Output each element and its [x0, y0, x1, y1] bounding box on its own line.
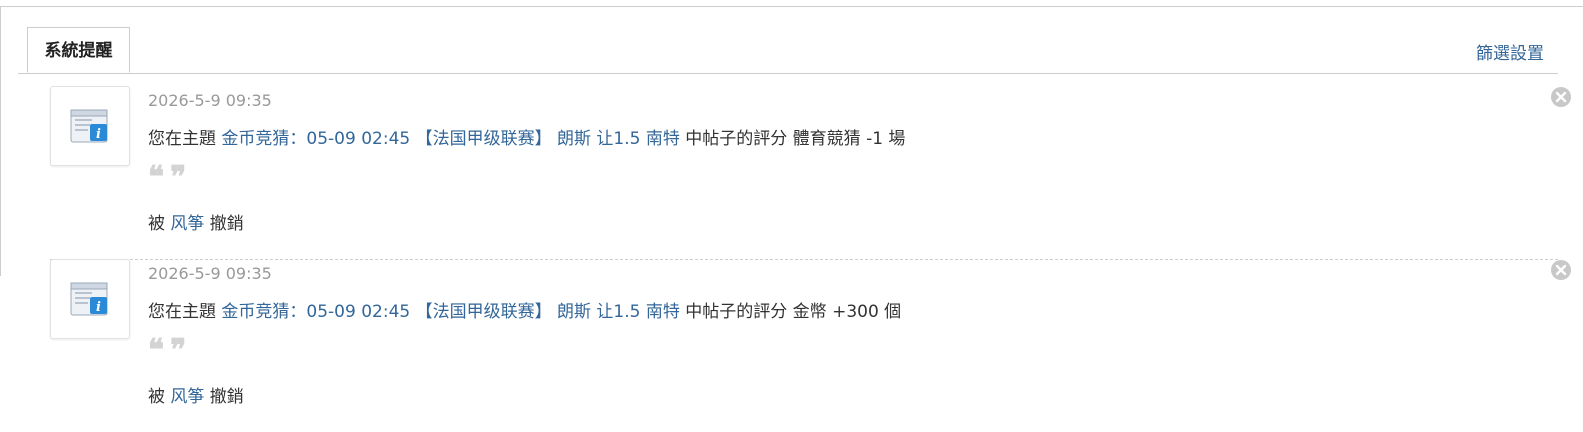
quote-open-icon: ❝: [148, 160, 165, 195]
notice-message: 您在主題 金币竞猜：05-09 02:45 【法国甲级联赛】 朗斯 让1.5 南…: [148, 124, 905, 149]
notice-message: 您在主題 金币竞猜：05-09 02:45 【法国甲级联赛】 朗斯 让1.5 南…: [148, 297, 901, 322]
undo-action: 撤銷: [204, 214, 244, 234]
undo-line: 被 风筝 撤銷: [148, 382, 244, 407]
notice-avatar: i: [50, 86, 130, 166]
notice-rating: 金幣 +300 個: [792, 302, 902, 322]
undo-action: 撤銷: [204, 387, 244, 407]
notice-avatar: i: [50, 259, 130, 339]
notice-item: i 2026-5-9 09:35 您在主題 金币竞猜：05-09 02:45 【…: [50, 259, 1571, 432]
user-link[interactable]: 风筝: [170, 387, 204, 407]
notice-middle: 中帖子的評分: [679, 302, 793, 322]
svg-text:i: i: [96, 300, 101, 315]
notice-prefix: 您在主題: [148, 129, 222, 149]
top-divider: [0, 6, 1583, 7]
svg-text:i: i: [96, 127, 101, 142]
left-divider: [0, 6, 1, 276]
quote-open-icon: ❝: [148, 333, 165, 368]
quote-close-icon: ❞: [170, 333, 187, 368]
thread-link[interactable]: 金币竞猜：05-09 02:45 【法国甲级联赛】 朗斯 让1.5 南特: [221, 129, 679, 149]
notice-tab-bar: 系統提醒 篩選設置: [18, 27, 1558, 74]
quote-marks: ❝ ❞: [148, 158, 186, 198]
notice-item: i 2026-5-9 09:35 您在主題 金币竞猜：05-09 02:45 【…: [50, 86, 1571, 260]
quote-marks: ❝ ❞: [148, 331, 186, 371]
thread-link[interactable]: 金币竞猜：05-09 02:45 【法国甲级联赛】 朗斯 让1.5 南特: [221, 302, 679, 322]
filter-settings-link[interactable]: 篩選設置: [1476, 39, 1544, 64]
system-info-icon: i: [70, 109, 108, 143]
close-circle-icon[interactable]: [1550, 259, 1572, 281]
notice-time: 2026-5-9 09:35: [148, 264, 272, 283]
notice-middle: 中帖子的評分: [679, 129, 793, 149]
by-label: 被: [148, 387, 171, 407]
quote-close-icon: ❞: [170, 160, 187, 195]
notice-time: 2026-5-9 09:35: [148, 91, 272, 110]
close-circle-icon[interactable]: [1550, 86, 1572, 108]
by-label: 被: [148, 214, 171, 234]
tab-system-notice[interactable]: 系統提醒: [27, 27, 130, 73]
user-link[interactable]: 风筝: [170, 214, 204, 234]
system-info-icon: i: [70, 282, 108, 316]
undo-line: 被 风筝 撤銷: [148, 209, 244, 234]
notice-rating: 體育競猜 -1 場: [792, 129, 906, 149]
notice-prefix: 您在主題: [148, 302, 222, 322]
